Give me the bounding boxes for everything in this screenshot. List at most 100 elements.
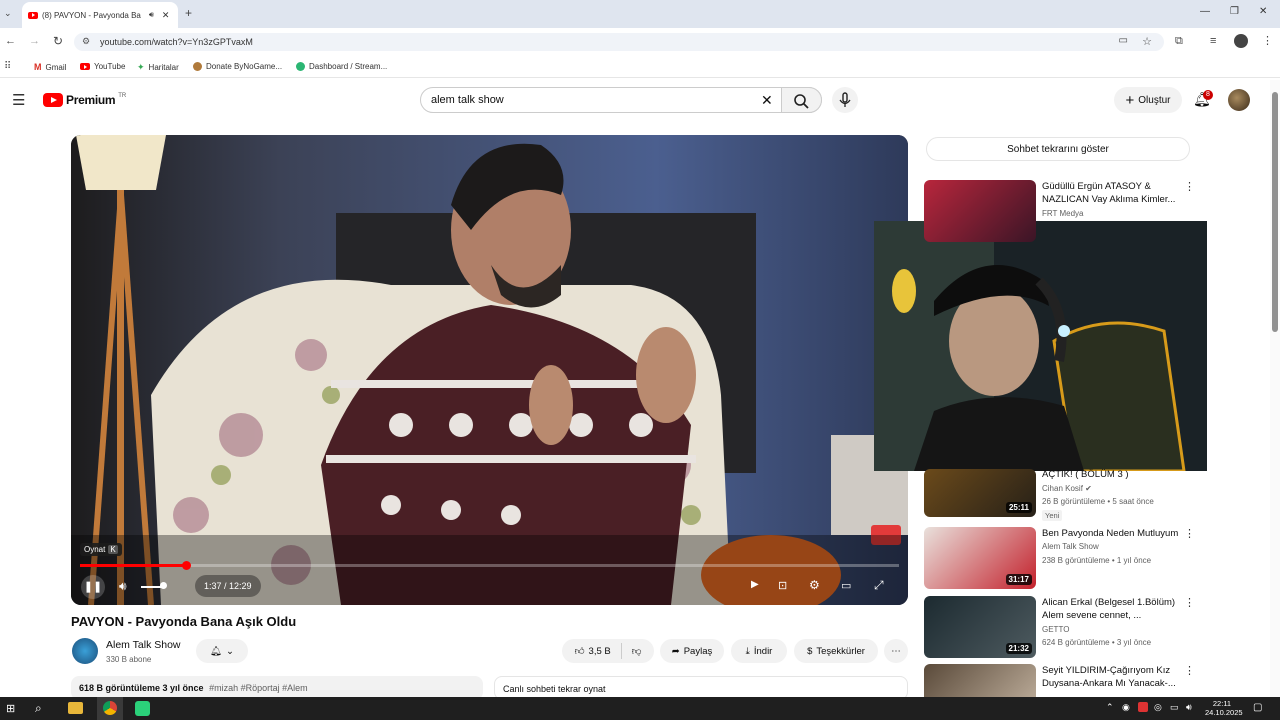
more-options-icon[interactable]: ⋮ [1184,598,1195,609]
bookmark-maps[interactable]: ✦ Haritalar [137,62,179,73]
scrollbar-thumb[interactable] [1272,92,1278,332]
forward-icon[interactable]: → [29,35,40,47]
bookmarks-bar: ⠿ M Gmail YouTube ✦ Haritalar Donate ByN… [0,56,1280,78]
browser-tab[interactable]: (8) PAVYON - Pavyonda Ba 🔊︎ ✕ [22,2,178,28]
more-horizontal-icon: ⋯ [891,645,901,657]
streamlabs-icon[interactable] [135,701,150,716]
tab-close-icon[interactable]: ✕ [162,10,170,21]
tab-title: (8) PAVYON - Pavyonda Ba [42,10,141,20]
fullscreen-icon[interactable]: ⤢ [874,578,884,593]
back-icon[interactable]: ← [5,35,16,47]
more-options-icon[interactable]: ⋮ [1184,666,1194,677]
bookmark-donate[interactable]: Donate ByNoGame... [193,62,282,71]
bookmark-youtube[interactable]: YouTube [80,62,125,71]
progress-played [80,564,187,567]
more-options-icon[interactable]: ⋮ [1184,529,1195,540]
media-control-icon[interactable]: ≡ [1210,35,1216,47]
recommendation-item[interactable]: 21:32 Alican Erkal (Belgesel 1.Bölüm) Al… [924,596,1195,658]
divider [620,643,622,659]
start-windows-icon[interactable]: ⊞ [6,702,15,715]
tab-audio-icon[interactable]: 🔊︎ [149,10,154,20]
page-scrollbar[interactable] [1270,80,1280,697]
video-player[interactable]: Oynat K ❚❚ 🔊︎ 1:37 / 12:29 ▶ ⊡ ⚙ ▭ ⤢ [71,135,908,605]
search-input[interactable]: alem talk show ✕ [420,87,822,113]
bookmark-gmail[interactable]: M Gmail [34,62,66,72]
subscriber-count: 330 B abone [106,655,152,664]
notification-subscription-button[interactable]: 🔔︎ ⌄ [196,639,248,663]
show-chat-replay-button[interactable]: Sohbet tekrarını göster [926,137,1190,161]
recommendation-item[interactable]: 31:17 Ben Pavyonda Neden Mutluyum Alem T… [924,527,1195,589]
url-text: youtube.com/watch?v=Yn3zGPTvaxM [100,37,253,47]
volume-icon[interactable]: 🔊︎ [119,579,127,594]
recommendation-item[interactable]: Seyit YILDIRIM-Çağırıyom Kız Duysana-Ank… [924,664,1194,697]
recommendation-thumbnail: 31:17 [924,527,1036,589]
account-avatar[interactable] [1228,89,1250,111]
tray-mic-icon[interactable]: ◎ [1154,702,1162,713]
microphone-icon [839,92,851,107]
bookmark-dashboard[interactable]: Dashboard / Stream... [296,62,387,71]
more-actions-button[interactable]: ⋯ [884,639,908,663]
dislike-button[interactable]: 👎︎ [632,645,642,657]
create-button[interactable]: + Oluştur [1114,87,1182,113]
subtitles-icon[interactable]: ⊡ [778,579,787,592]
taskbar-chrome-active[interactable] [97,697,123,720]
site-info-icon[interactable]: ⚙ [82,36,90,47]
browser-menu-icon[interactable]: ⋮ [1262,34,1273,47]
extensions-icon[interactable]: ⧉ [1175,35,1183,48]
file-explorer-icon[interactable] [68,702,83,714]
chrome-icon [103,701,117,715]
recommendation-item[interactable]: Güdüllü Ergün ATASOY & NAZLICAN Vay Aklı… [924,180,1195,242]
share-button[interactable]: ➦ Paylaş [660,639,724,663]
tray-record-icon[interactable]: ◉ [1122,702,1130,713]
search-icon [794,94,809,109]
pause-button[interactable]: ❚❚ [81,575,105,599]
download-icon: ⤓ [745,645,750,657]
progress-bar[interactable] [80,561,899,570]
like-dislike-group: 👍︎ 3,5 B 👎︎ [562,639,654,663]
notification-center-icon[interactable]: ▢ [1253,702,1262,713]
chevron-down-icon: ⌄ [226,645,235,657]
profile-avatar[interactable] [1234,34,1248,48]
tray-volume-icon[interactable]: 🔊︎ [1186,702,1192,713]
webcam-frame [874,221,1207,471]
like-button[interactable]: 👍︎ 3,5 B [575,645,611,658]
browser-tab-strip: ⌄ (8) PAVYON - Pavyonda Ba 🔊︎ ✕ + — ❐ ✕ [0,0,1280,28]
close-window-icon[interactable]: ✕ [1259,6,1267,17]
clear-search-icon[interactable]: ✕ [761,92,773,109]
cast-icon[interactable]: ▭ [1119,35,1128,46]
tray-network-icon[interactable]: ▭ [1170,702,1179,713]
minimize-icon[interactable]: — [1200,6,1210,17]
more-options-icon[interactable]: ⋮ [1184,182,1195,193]
url-field[interactable]: ⚙ youtube.com/watch?v=Yn3zGPTvaxM ▭ ☆ [74,33,1164,51]
reload-icon[interactable]: ↻ [53,34,63,48]
tray-chevron-icon[interactable]: ⌃ [1106,702,1114,713]
settings-gear-icon[interactable]: ⚙ [809,578,820,592]
taskbar-clock[interactable]: 22:11 24.10.2025 [1205,699,1243,717]
hamburger-menu-icon[interactable]: ☰ [12,91,25,109]
apps-grid-icon[interactable]: ⠿ [4,61,11,72]
restore-icon[interactable]: ❐ [1230,6,1239,17]
taskbar-search-icon[interactable]: ⌕ [35,701,42,716]
autoplay-toggle-icon[interactable]: ▶ [751,579,759,590]
recommendation-item[interactable]: 25:11 AÇTIK! ( BÖLÜM 3 ) Cihan Kosif ✔ 2… [924,469,1194,521]
verified-icon: ✔ [1085,484,1092,493]
youtube-favicon-icon [28,11,38,19]
channel-name[interactable]: Alem Talk Show [106,639,181,651]
youtube-icon [80,63,90,70]
play-tooltip: Oynat K [80,543,122,556]
search-button[interactable] [781,87,822,113]
bookmark-star-icon[interactable]: ☆ [1142,35,1152,48]
youtube-premium-logo[interactable]: Premium TR [43,93,126,107]
thanks-icon: $ [807,645,813,657]
youtube-logo-icon [43,93,63,107]
tab-search-icon[interactable]: ⌄ [4,8,12,19]
theater-mode-icon[interactable]: ▭ [841,579,851,592]
dashboard-icon [296,62,305,71]
voice-search-button[interactable] [832,87,858,113]
tray-app-icon[interactable] [1138,702,1148,712]
volume-knob[interactable] [160,582,167,589]
thanks-button[interactable]: $ Teşekkürler [794,639,878,663]
new-tab-icon[interactable]: + [185,6,192,20]
download-button[interactable]: ⤓ İndir [731,639,787,663]
channel-avatar[interactable] [72,638,98,664]
